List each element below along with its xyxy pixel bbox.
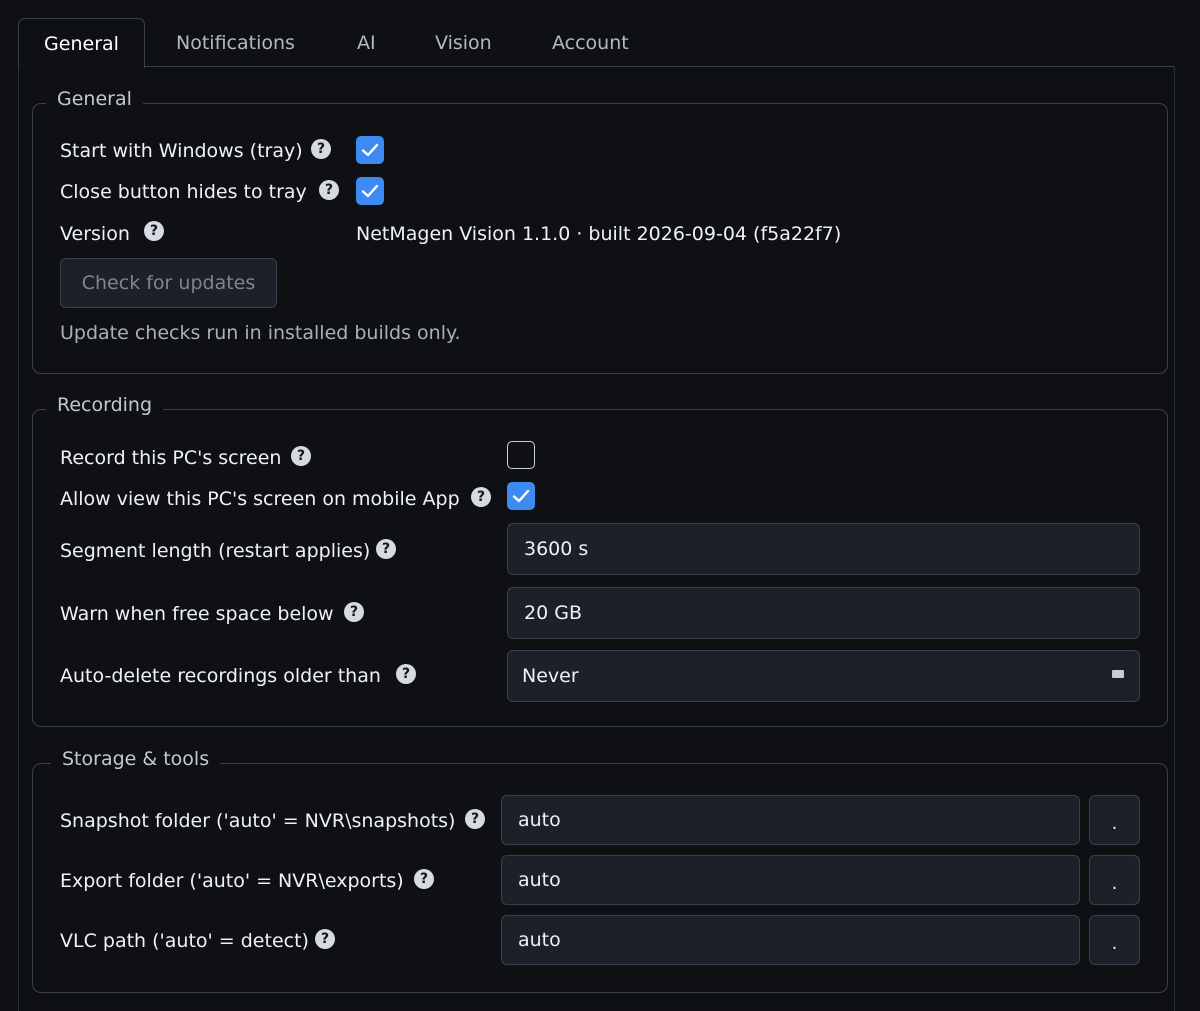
help-circle-icon[interactable]: ? (396, 664, 416, 684)
snapshot-folder-label: Snapshot folder ('auto' = NVR\snapshots) (60, 810, 456, 832)
check-updates-button[interactable]: Check for updates (60, 258, 277, 308)
tab-notifications[interactable]: Notifications (176, 18, 295, 68)
tab-ai[interactable]: AI (357, 18, 376, 68)
help-circle-icon[interactable]: ? (291, 446, 311, 466)
tab-account[interactable]: Account (552, 18, 629, 68)
tab-general[interactable]: General (18, 18, 145, 68)
warn-free-space-input[interactable]: 20 GB (507, 587, 1140, 639)
version-label: Version (60, 223, 130, 245)
storage-group-title: Storage & tools (51, 746, 221, 772)
export-folder-browse-button[interactable]: . (1089, 855, 1140, 905)
help-circle-icon[interactable]: ? (376, 539, 396, 559)
help-circle-icon[interactable]: ? (315, 929, 335, 949)
help-circle-icon[interactable]: ? (144, 221, 164, 241)
vlc-path-browse-button[interactable]: . (1089, 915, 1140, 965)
snapshot-folder-input[interactable]: auto (501, 795, 1080, 845)
general-group-title: General (46, 86, 143, 112)
record-screen-label: Record this PC's screen (60, 447, 282, 469)
help-circle-icon[interactable]: ? (311, 139, 331, 159)
snapshot-folder-browse-button[interactable]: . (1089, 795, 1140, 845)
auto-delete-label: Auto-delete recordings older than (60, 665, 381, 687)
segment-length-label: Segment length (restart applies) (60, 540, 371, 562)
dropdown-arrow-icon (1112, 670, 1124, 678)
allow-mobile-view-label: Allow view this PC's screen on mobile Ap… (60, 488, 460, 510)
close-hides-tray-checkbox[interactable] (356, 177, 384, 205)
checkmark-icon (361, 143, 379, 157)
export-folder-label: Export folder ('auto' = NVR\exports) (60, 870, 404, 892)
help-circle-icon[interactable]: ? (414, 869, 434, 889)
start-with-windows-label: Start with Windows (tray) (60, 140, 303, 162)
checkmark-icon (512, 489, 530, 503)
export-folder-input[interactable]: auto (501, 855, 1080, 905)
update-note: Update checks run in installed builds on… (60, 322, 461, 344)
close-hides-tray-label: Close button hides to tray (60, 181, 307, 203)
record-screen-checkbox[interactable] (507, 441, 535, 469)
allow-mobile-view-checkbox[interactable] (507, 482, 535, 510)
help-circle-icon[interactable]: ? (319, 180, 339, 200)
version-value: NetMagen Vision 1.1.0 · built 2026-09-04… (356, 223, 842, 245)
help-circle-icon[interactable]: ? (465, 809, 485, 829)
help-circle-icon[interactable]: ? (344, 602, 364, 622)
vlc-path-label: VLC path ('auto' = detect) (60, 930, 309, 952)
recording-group-title: Recording (46, 392, 164, 418)
vlc-path-input[interactable]: auto (501, 915, 1080, 965)
warn-free-space-label: Warn when free space below (60, 603, 334, 625)
auto-delete-selected-value: Never (522, 665, 579, 687)
auto-delete-select[interactable]: Never (507, 650, 1140, 702)
tab-vision[interactable]: Vision (435, 18, 492, 68)
help-circle-icon[interactable]: ? (471, 487, 491, 507)
checkmark-icon (361, 184, 379, 198)
segment-length-input[interactable]: 3600 s (507, 523, 1140, 575)
start-with-windows-checkbox[interactable] (356, 136, 384, 164)
